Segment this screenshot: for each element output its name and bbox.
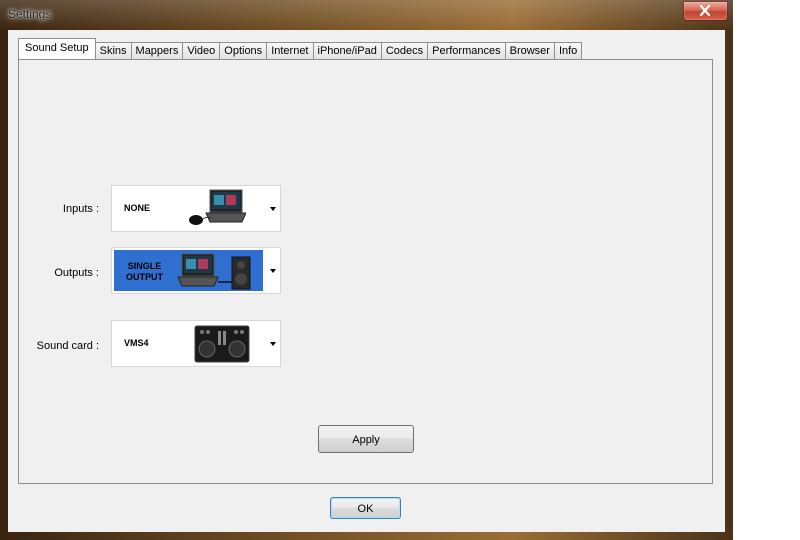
tab-sound-setup[interactable]: Sound Setup	[18, 38, 96, 59]
tab-performances[interactable]: Performances	[427, 42, 506, 59]
soundcard-dropdown[interactable]: VMS4	[111, 320, 281, 367]
outputs-value-line2: OUTPUT	[126, 272, 163, 282]
tab-strip: Sound Setup Skins Mappers Video Options …	[18, 38, 583, 59]
dialog-client-area: Sound Setup Skins Mappers Video Options …	[8, 30, 725, 532]
sound-setup-panel: Inputs : NONE Outputs : SINGLE OUTPUT So…	[18, 59, 713, 484]
apply-button[interactable]: Apply	[318, 425, 414, 453]
tab-codecs[interactable]: Codecs	[380, 42, 429, 59]
window-title: Settings	[8, 7, 52, 21]
tab-options[interactable]: Options	[219, 42, 268, 59]
title-bar[interactable]: Settings	[0, 0, 733, 30]
outputs-selected-highlight: SINGLE OUTPUT	[114, 250, 263, 291]
soundcard-dropdown-arrow-icon	[270, 341, 276, 346]
tab-browser[interactable]: Browser	[504, 42, 555, 59]
tab-video[interactable]: Video	[182, 42, 221, 59]
outputs-value-line1: SINGLE	[127, 261, 162, 271]
tab-mappers[interactable]: Mappers	[130, 42, 184, 59]
tab-internet[interactable]: Internet	[266, 42, 314, 59]
outputs-dropdown[interactable]: SINGLE OUTPUT	[111, 247, 281, 294]
outputs-label: Outputs :	[54, 267, 99, 279]
tab-info[interactable]: Info	[553, 42, 583, 59]
outputs-dropdown-arrow-icon	[270, 268, 276, 273]
close-button[interactable]	[683, 1, 728, 21]
tab-skins[interactable]: Skins	[94, 42, 132, 59]
inputs-dropdown-arrow-icon	[270, 206, 276, 211]
inputs-value: NONE	[124, 203, 151, 213]
window-frame: Settings Sound Setup Skins Mappers Video…	[0, 0, 733, 540]
laptop-with-mouse-icon	[189, 189, 246, 225]
dj-controller-icon	[194, 325, 250, 363]
inputs-dropdown[interactable]: NONE	[111, 185, 281, 232]
soundcard-value: VMS4	[124, 338, 149, 348]
tab-iphone-ipad[interactable]: iPhone/iPad	[312, 42, 382, 59]
soundcard-label: Sound card :	[36, 340, 99, 352]
laptop-with-speaker-icon	[177, 253, 251, 290]
ok-button[interactable]: OK	[330, 497, 401, 519]
inputs-label: Inputs :	[62, 203, 99, 215]
close-icon	[699, 5, 711, 16]
